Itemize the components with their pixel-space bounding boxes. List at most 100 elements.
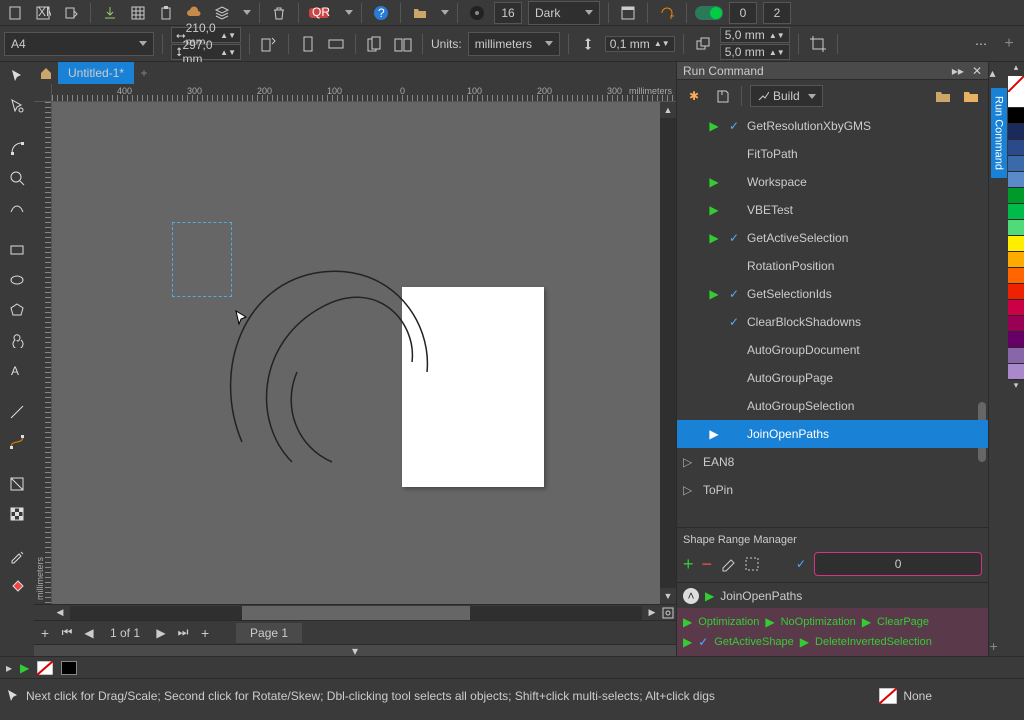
command-item[interactable]: AutoGroupPage bbox=[677, 364, 988, 392]
ruler-origin[interactable] bbox=[34, 84, 52, 102]
dup-y-field[interactable]: 5,0 mm▲▼ bbox=[720, 44, 790, 60]
color-swatch[interactable] bbox=[1008, 364, 1024, 380]
color-swatch[interactable] bbox=[1008, 220, 1024, 236]
export-icon[interactable] bbox=[60, 2, 82, 24]
play-icon[interactable]: ▶ bbox=[705, 589, 714, 603]
color-swatch[interactable] bbox=[1008, 300, 1024, 316]
badge-icon[interactable]: QR bbox=[307, 2, 335, 24]
command-item[interactable]: ▶JoinOpenPaths bbox=[677, 420, 988, 448]
next-page-button[interactable]: ▶ bbox=[150, 622, 172, 644]
shape-add-icon[interactable]: + bbox=[683, 554, 694, 575]
last-page-button[interactable]: ⏭ bbox=[172, 622, 194, 644]
quick-cmd[interactable]: ClearPage bbox=[877, 616, 929, 628]
help-icon[interactable]: ? bbox=[370, 2, 392, 24]
transparency-tool[interactable] bbox=[5, 472, 29, 496]
black-swatch[interactable] bbox=[61, 661, 77, 675]
polygon-tool[interactable] bbox=[5, 298, 29, 322]
color-swatch[interactable] bbox=[1008, 284, 1024, 300]
color-swatch[interactable] bbox=[1008, 172, 1024, 188]
add-page-after-button[interactable]: + bbox=[194, 622, 216, 644]
run-command-tab[interactable]: Run Command bbox=[991, 88, 1007, 178]
build-dropdown[interactable]: Build bbox=[750, 85, 823, 107]
pattern-tool[interactable] bbox=[5, 502, 29, 526]
fill-none-icon[interactable] bbox=[879, 688, 897, 704]
scroll-up-button[interactable]: ▲ bbox=[660, 102, 676, 118]
command-item[interactable]: AutoGroupSelection bbox=[677, 392, 988, 420]
units-select[interactable]: millimeters bbox=[468, 32, 560, 56]
color-swatch[interactable] bbox=[1008, 124, 1024, 140]
landscape-icon[interactable] bbox=[325, 33, 347, 55]
first-page-button[interactable]: ⏮ bbox=[56, 622, 78, 644]
shape-remove-icon[interactable]: − bbox=[702, 554, 713, 575]
toolbar-add-icon[interactable]: + bbox=[998, 33, 1020, 55]
shape-check-icon[interactable]: ✓ bbox=[796, 557, 806, 571]
page-tab[interactable]: Page 1 bbox=[236, 623, 302, 643]
command-item[interactable]: ▷EAN8 bbox=[677, 448, 988, 476]
command-item[interactable]: ▶✓GetActiveSelection bbox=[677, 224, 988, 252]
save-command-icon[interactable] bbox=[711, 85, 733, 107]
quick-cmd[interactable]: GetActiveShape bbox=[714, 636, 794, 648]
quick-cmd[interactable]: NoOptimization bbox=[781, 616, 856, 628]
color-swatch[interactable] bbox=[1008, 332, 1024, 348]
freehand-tool[interactable] bbox=[5, 196, 29, 220]
canvas[interactable] bbox=[52, 102, 660, 604]
shape-tool[interactable] bbox=[5, 136, 29, 160]
theme-select[interactable]: Dark bbox=[528, 1, 600, 25]
command-item[interactable]: ▶✓GetResolutionXbyGMS bbox=[677, 112, 988, 140]
status-expand-icon[interactable]: ▸ bbox=[6, 661, 12, 675]
play-icon[interactable]: ▶ bbox=[862, 615, 871, 629]
dropdown-caret-icon[interactable] bbox=[441, 10, 449, 15]
color-swatch[interactable] bbox=[1008, 156, 1024, 172]
palette-up-icon[interactable]: ▴ bbox=[990, 66, 1008, 84]
color-swatch[interactable] bbox=[1008, 236, 1024, 252]
add-tab-button[interactable]: + bbox=[134, 62, 154, 84]
play-icon[interactable]: ▶ bbox=[707, 175, 721, 189]
color-swatch[interactable] bbox=[1008, 92, 1024, 108]
home-tab[interactable] bbox=[34, 62, 58, 84]
scroll-down-button[interactable]: ▼ bbox=[660, 588, 676, 604]
color-swatch[interactable] bbox=[1008, 348, 1024, 364]
scroll-right-button[interactable]: ▶ bbox=[644, 605, 660, 621]
play-icon[interactable]: ▶ bbox=[707, 119, 721, 133]
ellipse-tool[interactable] bbox=[5, 268, 29, 292]
color-swatch[interactable] bbox=[1008, 76, 1024, 92]
add-docker-icon[interactable]: + bbox=[990, 638, 1008, 656]
play-icon[interactable]: ▶ bbox=[683, 615, 692, 629]
expand-up-icon[interactable]: ˄ bbox=[683, 588, 699, 604]
number-field[interactable]: 16 bbox=[494, 2, 522, 24]
command-item[interactable]: ▶VBETest bbox=[677, 196, 988, 224]
toggle-switch[interactable] bbox=[695, 6, 723, 20]
facing-pages-icon[interactable] bbox=[392, 33, 414, 55]
panel-close-icon[interactable]: ✕ bbox=[972, 64, 982, 78]
scroll-left-button[interactable]: ◀ bbox=[52, 605, 68, 621]
shape-clear-icon[interactable] bbox=[720, 556, 736, 572]
play-icon[interactable]: ▶ bbox=[683, 635, 692, 649]
palette-scroll-down[interactable]: ▾ bbox=[1008, 380, 1024, 394]
page-preset-select[interactable]: A4 bbox=[4, 32, 154, 56]
new-document-icon[interactable] bbox=[4, 2, 26, 24]
status-play-icon[interactable]: ▶ bbox=[20, 661, 29, 675]
shape-marquee-icon[interactable] bbox=[744, 556, 760, 572]
counter-a[interactable]: 0 bbox=[729, 2, 757, 24]
rectangle-tool[interactable] bbox=[5, 238, 29, 262]
page-height-field[interactable]: ⭥297,0 mm▲▼ bbox=[171, 44, 241, 60]
pick-tool[interactable] bbox=[5, 64, 29, 88]
color-swatch[interactable] bbox=[1008, 204, 1024, 220]
navigator-button[interactable] bbox=[660, 605, 676, 621]
vertical-scrollbar[interactable]: ▲ ▼ bbox=[660, 102, 676, 604]
spiral-tool[interactable] bbox=[5, 328, 29, 352]
dup-x-field[interactable]: 5,0 mm▲▼ bbox=[720, 27, 790, 43]
color-swatch[interactable] bbox=[1008, 268, 1024, 284]
play-icon[interactable]: ▶ bbox=[707, 231, 721, 245]
dropdown-caret-icon[interactable] bbox=[243, 10, 251, 15]
import-icon[interactable] bbox=[99, 2, 121, 24]
trash-icon[interactable] bbox=[268, 2, 290, 24]
line-tool[interactable] bbox=[5, 400, 29, 424]
color-swatch[interactable] bbox=[1008, 108, 1024, 124]
freehand-pick-tool[interactable] bbox=[5, 94, 29, 118]
color-swatch[interactable] bbox=[1008, 252, 1024, 268]
play-icon[interactable]: ▶ bbox=[800, 635, 809, 649]
new-command-icon[interactable]: ✱ bbox=[683, 85, 705, 107]
portrait-icon[interactable] bbox=[297, 33, 319, 55]
refresh-icon[interactable] bbox=[656, 2, 678, 24]
